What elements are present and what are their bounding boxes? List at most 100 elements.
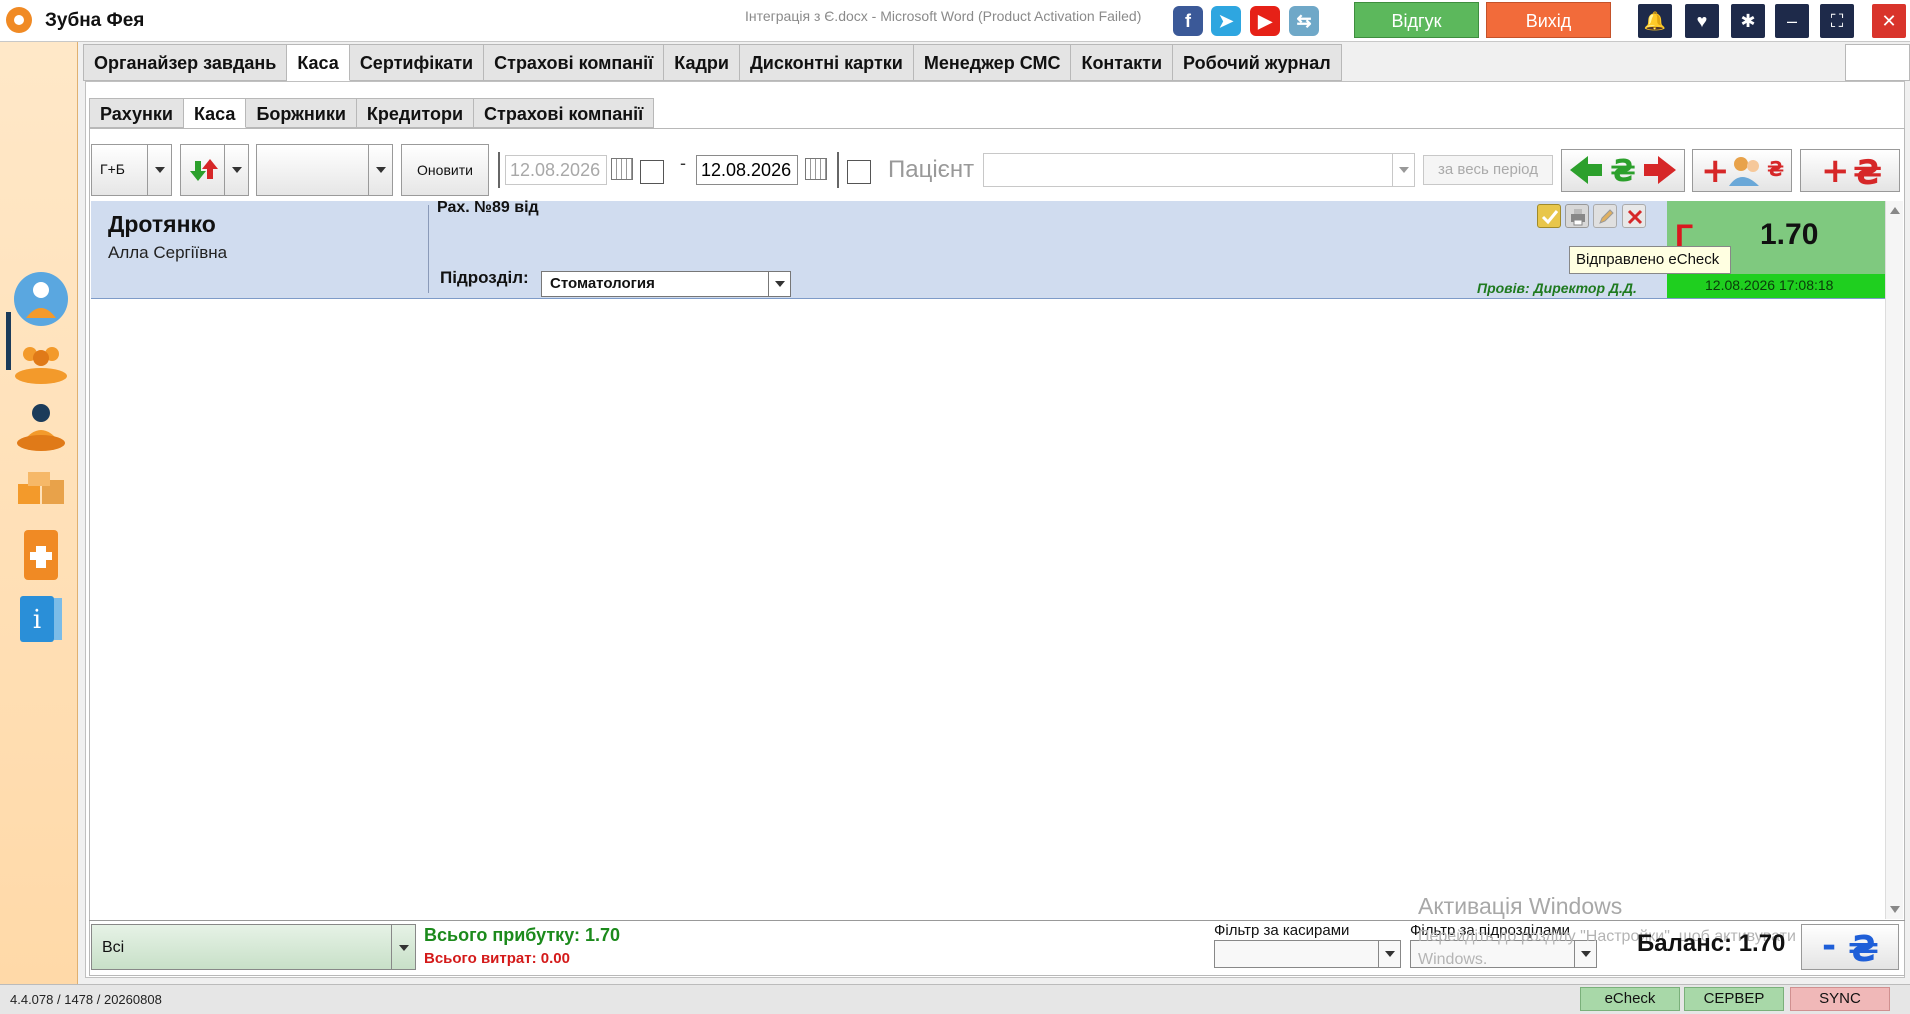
tab-creditors[interactable]: Кредитори: [356, 98, 475, 128]
payment-datetime: 12.08.2026 17:08:18: [1705, 277, 1834, 293]
maximize-icon[interactable]: ⛶: [1820, 4, 1854, 38]
gear-icon[interactable]: ✱: [1731, 4, 1765, 38]
amount-value: 1.70: [1760, 218, 1819, 251]
check-icon[interactable]: [1537, 204, 1561, 228]
svg-text:₴: ₴: [1853, 153, 1882, 191]
heart-icon[interactable]: ♥: [1685, 4, 1719, 38]
department-value: Стоматология: [550, 275, 655, 292]
patient-last-name: Дротянко: [108, 211, 216, 237]
tab-sms-manager[interactable]: Менеджер СМС: [913, 44, 1072, 81]
add-income-button[interactable]: + ₴: [1800, 149, 1900, 193]
windows-activation-title: Активація Windows: [1418, 893, 1623, 919]
facebook-icon[interactable]: f: [1173, 6, 1203, 36]
add-expense-button[interactable]: - ₴: [1801, 924, 1899, 970]
doctor-icon[interactable]: [12, 270, 70, 328]
type-filter-select[interactable]: Всі: [91, 924, 416, 970]
calendar-icon[interactable]: [611, 158, 633, 180]
svg-text:+: +: [1701, 151, 1730, 191]
warehouse-icon[interactable]: [12, 462, 70, 520]
svg-text:₴: ₴: [1610, 154, 1636, 189]
cashbox-select[interactable]: [256, 144, 393, 196]
mode-select[interactable]: Г+Б: [91, 144, 172, 196]
left-rail: i: [0, 42, 78, 984]
echeck-status-button[interactable]: eCheck: [1580, 987, 1680, 1011]
exit-button[interactable]: Вихід: [1486, 2, 1611, 38]
document-title: Інтеграція з Є.docx - Microsoft Word (Pr…: [745, 8, 1142, 24]
toolbar-divider: [837, 152, 839, 188]
transfer-money-button[interactable]: ₴: [1561, 149, 1685, 192]
tab-work-log[interactable]: Робочий журнал: [1173, 44, 1342, 81]
patients-icon[interactable]: [12, 332, 70, 390]
telegram-icon[interactable]: ➤: [1211, 6, 1241, 36]
tab-insurance[interactable]: Страхові компанії: [484, 44, 665, 81]
all-period-button[interactable]: за весь період: [1423, 155, 1553, 185]
svg-text:+: +: [1821, 151, 1850, 191]
tab-cashbox[interactable]: Каса: [183, 98, 247, 128]
balance: Баланс: 1.70: [1637, 930, 1786, 957]
chevron-down-icon[interactable]: [391, 925, 415, 969]
add-income-icon: + ₴: [1821, 151, 1882, 193]
bell-icon[interactable]: 🔔: [1638, 4, 1672, 38]
add-patient-payment-icon: + ₴: [1701, 151, 1784, 191]
tab-discount-cards[interactable]: Дисконтні картки: [739, 44, 914, 81]
close-icon[interactable]: ✕: [1872, 4, 1906, 38]
svg-text:i: i: [33, 605, 41, 635]
tab-organizer[interactable]: Органайзер завдань: [83, 44, 288, 81]
rail-active-indicator: [6, 312, 11, 370]
youtube-icon[interactable]: ▶: [1250, 6, 1280, 36]
top-right-box: [1845, 44, 1910, 81]
transfer-select[interactable]: [180, 144, 249, 196]
delete-icon[interactable]: [1622, 204, 1646, 228]
calendar-icon[interactable]: [805, 158, 827, 180]
date-from-input[interactable]: 12.08.2026: [505, 155, 607, 185]
chevron-down-icon[interactable]: [368, 145, 392, 195]
feedback-button[interactable]: Відгук: [1354, 2, 1479, 38]
chevron-down-icon[interactable]: [147, 145, 171, 195]
department-select[interactable]: Стоматология: [541, 271, 791, 297]
chevron-down-icon[interactable]: [768, 272, 790, 296]
info-book-icon[interactable]: i: [12, 590, 70, 648]
total-expense: Всього витрат: 0.00: [424, 950, 570, 967]
type-filter-value: Всі: [102, 939, 125, 956]
teamviewer-icon[interactable]: ⇆: [1289, 6, 1319, 36]
chevron-down-icon[interactable]: [1378, 941, 1400, 967]
toolbar-divider: [498, 152, 500, 188]
print-icon[interactable]: [1565, 204, 1589, 228]
minimize-icon[interactable]: –: [1775, 4, 1809, 38]
date-to-checkbox[interactable]: [847, 160, 871, 184]
windows-activation-line2: Windows.: [1418, 951, 1488, 968]
tab-staff[interactable]: Кадри: [664, 44, 740, 81]
tab-insurance-companies[interactable]: Страхові компанії: [474, 98, 655, 128]
sync-status-button[interactable]: SYNC: [1790, 987, 1890, 1011]
date-to-input[interactable]: 12.08.2026: [696, 155, 798, 185]
department-label: Підрозділ:: [440, 268, 529, 287]
vertical-scrollbar[interactable]: [1885, 201, 1903, 919]
tab-cash[interactable]: Каса: [287, 44, 350, 81]
server-status-button[interactable]: СЕРВЕР: [1684, 987, 1784, 1011]
tab-certificates[interactable]: Сертифікати: [349, 44, 485, 81]
tab-invoices[interactable]: Рахунки: [89, 98, 184, 128]
chevron-down-icon[interactable]: [224, 145, 248, 195]
add-patient-payment-button[interactable]: + ₴: [1692, 149, 1792, 192]
svg-text:₴: ₴: [1848, 929, 1879, 969]
administrator-icon[interactable]: [12, 397, 70, 455]
medical-card-icon[interactable]: [12, 526, 70, 584]
sub-tabs: Рахунки Каса Боржники Кредитори Страхові…: [89, 98, 655, 128]
edit-icon[interactable]: [1593, 204, 1617, 228]
chevron-down-icon[interactable]: [1392, 154, 1414, 186]
minus-money-icon: - ₴: [1822, 926, 1879, 970]
patient-first-name: Алла Сергіївна: [108, 243, 228, 262]
transfer-money-icon: ₴: [1570, 154, 1676, 189]
approved-by: Провів: Директор Д.Д.: [1477, 280, 1637, 296]
update-button[interactable]: Оновити: [401, 144, 489, 196]
patient-label: Пацієнт: [888, 156, 975, 183]
patient-select[interactable]: [983, 153, 1415, 187]
date-from-checkbox[interactable]: [640, 160, 664, 184]
version-label: 4.4.078 / 1478 / 20260808: [10, 992, 162, 1007]
invoice-number[interactable]: Рах. №89 від: [437, 199, 539, 217]
tab-contacts[interactable]: Контакти: [1071, 44, 1174, 81]
date-separator: -: [680, 153, 686, 173]
tab-debtors[interactable]: Боржники: [246, 98, 357, 128]
cashier-filter-select[interactable]: [1214, 940, 1401, 968]
main-tabs: Органайзер завдань Каса Сертифікати Стра…: [83, 44, 1342, 81]
